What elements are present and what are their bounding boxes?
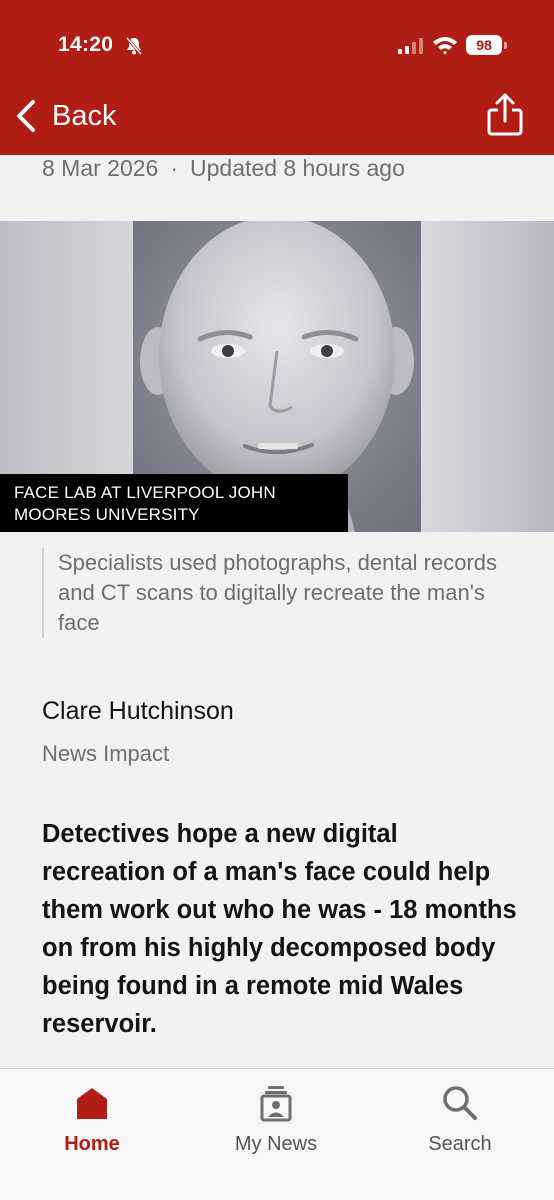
- bell-slash-icon: [125, 37, 143, 55]
- share-icon[interactable]: [484, 92, 526, 136]
- battery-icon: 98: [466, 35, 508, 55]
- image-caption: Specialists used photographs, dental rec…: [42, 548, 512, 638]
- signal-icon: [398, 38, 423, 54]
- author-name[interactable]: Clare Hutchinson: [42, 697, 234, 726]
- tab-home-label: Home: [64, 1133, 120, 1155]
- bottom-tab-bar: Home My News Search: [0, 1068, 554, 1200]
- search-icon: [443, 1086, 477, 1120]
- article-dateline: 8 Mar 2026 · Updated 8 hours ago: [42, 155, 405, 182]
- back-label: Back: [52, 99, 117, 132]
- home-icon: [77, 1088, 107, 1119]
- tab-search-label: Search: [428, 1133, 492, 1155]
- article-date: 8 Mar 2026: [42, 155, 159, 181]
- tab-search[interactable]: Search: [395, 1079, 525, 1169]
- my-news-icon: [260, 1086, 292, 1122]
- tab-home[interactable]: Home: [27, 1079, 157, 1169]
- dateline-separator: ·: [170, 155, 179, 181]
- app-header: 14:20 98 Back: [0, 0, 554, 155]
- chevron-left-icon: [17, 100, 35, 132]
- article-lead: Detectives hope a new digital recreation…: [42, 820, 517, 1038]
- tab-my-news-label: My News: [234, 1133, 318, 1155]
- article-image[interactable]: FACE LAB AT LIVERPOOL JOHN MOORES UNIVER…: [0, 221, 554, 532]
- author-role: News Impact: [42, 741, 170, 766]
- article-content[interactable]: 8 Mar 2026 · Updated 8 hours ago FACE LA…: [0, 155, 554, 1068]
- status-time: 14:20: [58, 33, 114, 56]
- wifi-icon: [433, 37, 457, 55]
- image-credit: FACE LAB AT LIVERPOOL JOHN MOORES UNIVER…: [0, 474, 348, 532]
- article-updated: Updated 8 hours ago: [190, 155, 405, 181]
- battery-level: 98: [466, 35, 502, 55]
- tab-my-news[interactable]: My News: [211, 1079, 341, 1169]
- back-button[interactable]: Back: [14, 96, 116, 136]
